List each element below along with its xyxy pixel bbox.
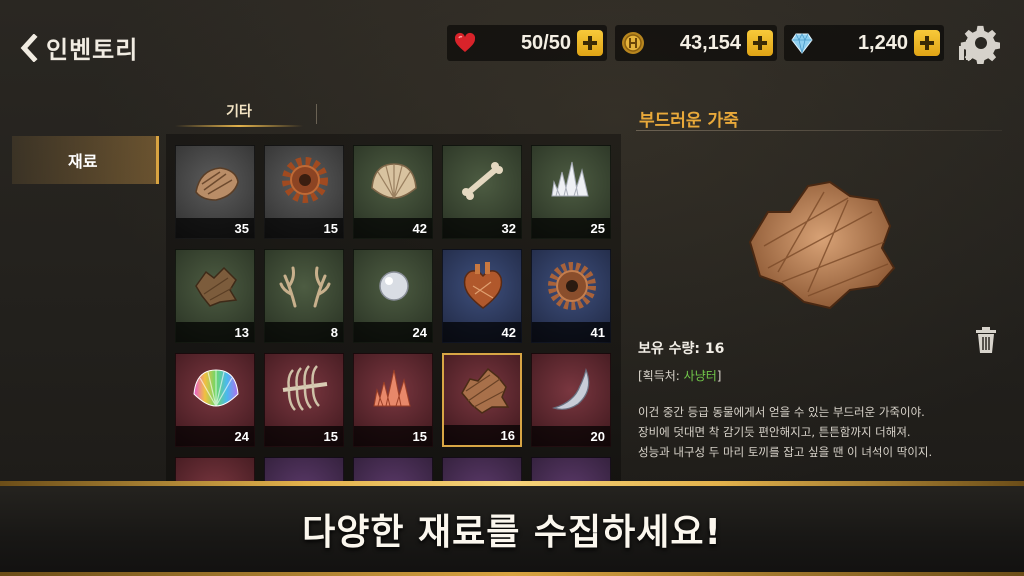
item-slot[interactable]: 32 [442, 145, 522, 239]
tab-etc[interactable]: 기타 [175, 101, 303, 127]
item-qty: 24 [412, 325, 427, 340]
item-slot[interactable]: 20 [531, 353, 611, 447]
chevron-left-icon [20, 33, 38, 62]
gems-value: 1,240 [857, 32, 908, 54]
hide-scrap-icon [195, 266, 238, 307]
description-line: 장비에 덧대면 착 감기듯 편안해지고, 튼튼함까지 더해져. [638, 425, 911, 439]
item-qty: 42 [501, 325, 516, 340]
item-slot[interactable] [264, 457, 344, 484]
item-qty: 13 [234, 325, 249, 340]
item-slot[interactable] [175, 457, 255, 484]
antler-icon [279, 266, 331, 308]
health-counter: 50/50 [447, 25, 607, 61]
item-slot[interactable]: 24 [175, 353, 255, 447]
item-qty: 35 [234, 221, 249, 236]
title-divider [636, 130, 1002, 131]
item-qty: 25 [590, 221, 605, 236]
item-slot[interactable]: 42 [442, 249, 522, 343]
clam-shell-icon [371, 163, 417, 199]
item-slot[interactable]: 8 [264, 249, 344, 343]
gold-value: 43,154 [679, 32, 741, 54]
item-slot[interactable] [442, 457, 522, 484]
banner-border-top [0, 481, 1024, 486]
item-grid: 35 15 42 32 25 13 8 24 42 41 24 15 15 16… [166, 134, 621, 484]
item-slot[interactable] [531, 457, 611, 484]
category-materials[interactable]: 재료 [12, 136, 159, 184]
source-place: 사냥터 [683, 369, 717, 383]
tab-divider [316, 104, 317, 124]
red-crystal-icon [373, 369, 411, 407]
item-slot[interactable]: 35 [175, 145, 255, 239]
fang-icon [552, 368, 590, 410]
white-crystal-icon [551, 161, 589, 197]
item-qty: 32 [501, 221, 516, 236]
soft-leather-icon [461, 367, 510, 414]
item-slot-selected[interactable]: 16 [442, 353, 522, 447]
source-suffix: ] [716, 369, 722, 383]
banner-border-bottom [0, 572, 1024, 576]
heart-icon [454, 32, 476, 52]
rainbow-shell-icon [193, 369, 239, 407]
item-qty: 42 [412, 221, 427, 236]
add-gold-button[interactable] [747, 30, 773, 56]
rusty-gear-icon [282, 157, 328, 203]
item-qty: 15 [323, 429, 338, 444]
gold-counter: 43,154 [615, 25, 777, 61]
item-qty: 16 [500, 428, 515, 443]
add-health-button[interactable] [577, 30, 603, 56]
item-slot[interactable]: 13 [175, 249, 255, 343]
ribcage-icon [282, 365, 328, 411]
heart-organ-icon [463, 262, 503, 309]
item-slot[interactable]: 15 [353, 353, 433, 447]
shell-scrap-icon [195, 167, 239, 201]
item-qty: 41 [590, 325, 605, 340]
owned-quantity: 보유 수량: 16 [638, 341, 725, 357]
item-slot[interactable]: 15 [264, 145, 344, 239]
item-qty: 24 [234, 429, 249, 444]
banner-text: 다양한 재료를 수집하세요! [302, 512, 722, 553]
gear-icon[interactable] [955, 22, 1001, 64]
item-qty: 20 [590, 429, 605, 444]
item-description: 이건 중간 등급 동물에게서 얻을 수 있는 부드러운 가죽이야. 장비에 덧대… [638, 402, 1018, 462]
promo-banner: 다양한 재료를 수집하세요! [0, 481, 1024, 576]
item-slot[interactable]: 41 [531, 249, 611, 343]
trash-icon[interactable] [975, 326, 997, 354]
bronze-gear-icon [548, 262, 596, 310]
gems-counter: 1,240 [784, 25, 944, 61]
description-line: 이건 중간 등급 동물에게서 얻을 수 있는 부드러운 가죽이야. [638, 405, 925, 419]
health-value: 50/50 [520, 32, 571, 54]
coin-icon [622, 32, 644, 54]
tab-underline [175, 125, 303, 127]
item-qty: 15 [412, 429, 427, 444]
item-slot[interactable]: 25 [531, 145, 611, 239]
item-title: 부드러운 가죽 [639, 111, 739, 131]
item-slot[interactable]: 24 [353, 249, 433, 343]
diamond-icon [791, 33, 813, 54]
item-qty: 8 [330, 325, 338, 340]
item-slot[interactable]: 42 [353, 145, 433, 239]
description-line: 성능과 내구성 두 마리 토끼를 잡고 싶을 땐 이 녀석이 딱이지. [638, 445, 933, 459]
back-button[interactable]: 인벤토리 [18, 30, 138, 65]
item-qty: 15 [323, 221, 338, 236]
source-prefix: [획득처: [638, 369, 684, 383]
category-label: 재료 [68, 152, 98, 171]
item-slot[interactable] [353, 457, 433, 484]
add-gems-button[interactable] [914, 30, 940, 56]
item-slot[interactable]: 15 [264, 353, 344, 447]
soft-leather-icon [748, 180, 896, 310]
page-title: 인벤토리 [46, 36, 139, 64]
tab-label: 기타 [226, 104, 252, 120]
pearl-icon [379, 271, 409, 301]
item-source: [획득처: 사냥터] [638, 367, 721, 384]
bone-icon [462, 162, 503, 200]
